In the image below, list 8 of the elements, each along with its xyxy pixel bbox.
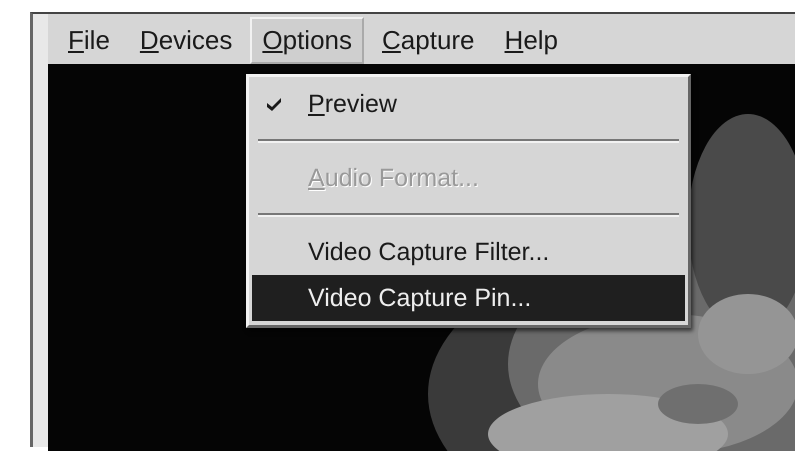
menu-bar-item[interactable]: Options — [250, 16, 364, 64]
menu-item[interactable]: Video Capture Filter... — [252, 229, 685, 275]
menu-bar-item[interactable]: Capture — [370, 16, 487, 64]
menu-item[interactable]: Video Capture Pin... — [252, 275, 685, 321]
menu-bar-item[interactable]: Help — [492, 16, 570, 64]
menu-bar-item[interactable]: Devices — [128, 16, 244, 64]
menu-bar-item[interactable]: File — [56, 16, 122, 64]
menu-item[interactable]: Preview — [252, 81, 685, 127]
